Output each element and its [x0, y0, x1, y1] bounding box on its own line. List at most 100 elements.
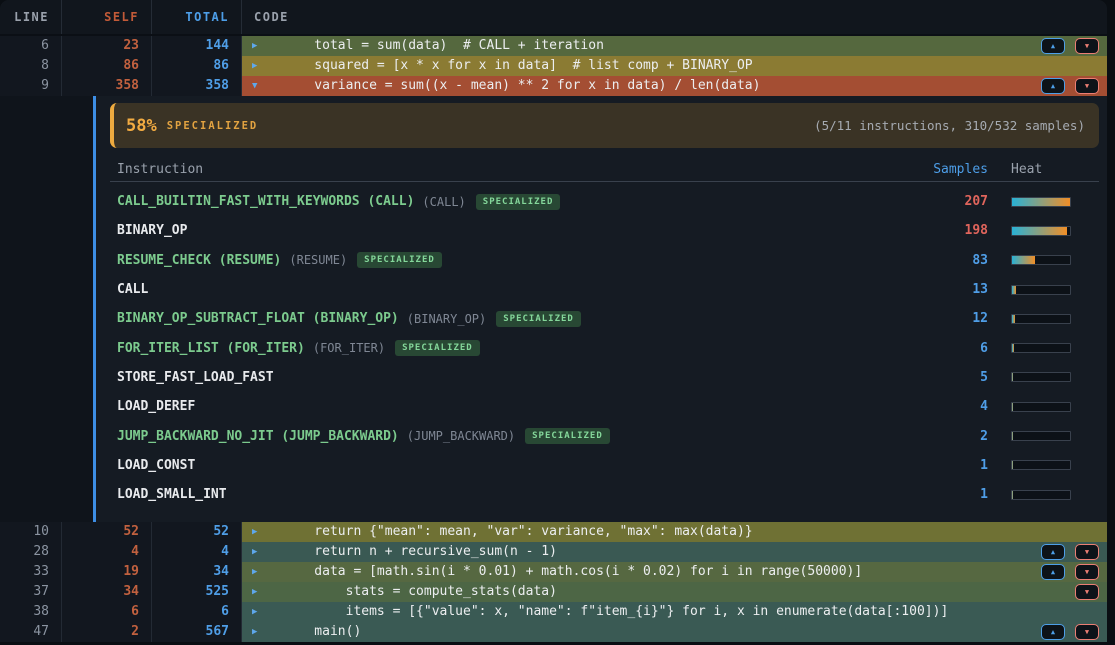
code-cell[interactable]: ▶ return n + recursive_sum(n - 1)▲▼	[242, 542, 1107, 562]
heat-cell	[1011, 314, 1099, 324]
row-controls: ▼	[1075, 584, 1107, 600]
code-cell[interactable]: ▼ variance = sum((x - mean) ** 2 for x i…	[242, 76, 1107, 96]
code-row[interactable]: 623144▶ total = sum(data) # CALL + itera…	[0, 36, 1107, 56]
total-sample-count: 52	[152, 522, 242, 542]
move-down-button[interactable]: ▼	[1075, 564, 1099, 580]
code-rows-bottom: 105252▶ return {"mean": mean, "var": var…	[0, 522, 1107, 642]
total-sample-count: 4	[152, 542, 242, 562]
heat-cell	[1011, 255, 1099, 265]
instruction-row: BINARY_OP198	[110, 216, 1099, 245]
code-cell[interactable]: ▶ total = sum(data) # CALL + iteration▲▼	[242, 36, 1107, 56]
expand-row-icon[interactable]: ▶	[252, 542, 266, 562]
code-row[interactable]: 472567▶ main()▲▼	[0, 622, 1107, 642]
instruction-samples: 2	[921, 429, 1011, 444]
instruction-name: CALL_BUILTIN_FAST_WITH_KEYWORDS (CALL)	[117, 194, 414, 209]
row-controls: ▲▼	[1041, 78, 1107, 94]
move-down-button[interactable]: ▼	[1075, 584, 1099, 600]
code-cell[interactable]: ▶ items = [{"value": x, "name": f"item_{…	[242, 602, 1107, 622]
instruction-name: JUMP_BACKWARD_NO_JIT (JUMP_BACKWARD)	[117, 429, 399, 444]
code-row[interactable]: 105252▶ return {"mean": mean, "var": var…	[0, 522, 1107, 542]
move-up-button[interactable]: ▲	[1041, 624, 1065, 640]
heat-bar-track	[1011, 431, 1071, 441]
heat-bar-fill	[1012, 461, 1013, 469]
expand-row-icon[interactable]: ▶	[252, 602, 266, 622]
expanded-line-detail: 58% SPECIALIZED (5/11 instructions, 310/…	[0, 96, 1107, 522]
instruction-base-name: (RESUME)	[289, 253, 347, 267]
move-down-button[interactable]: ▼	[1075, 38, 1099, 54]
code-row[interactable]: 2844▶ return n + recursive_sum(n - 1)▲▼	[0, 542, 1107, 562]
code-row[interactable]: 331934▶ data = [math.sin(i * 0.01) + mat…	[0, 562, 1107, 582]
instruction-samples: 6	[921, 341, 1011, 356]
expand-row-icon[interactable]: ▶	[252, 56, 266, 76]
instruction-name: LOAD_CONST	[117, 458, 195, 473]
line-number: 8	[0, 56, 62, 76]
instruction-row: LOAD_SMALL_INT1	[110, 480, 1099, 509]
heat-cell	[1011, 226, 1099, 236]
code-row[interactable]: 9358358▼ variance = sum((x - mean) ** 2 …	[0, 76, 1107, 96]
code-cell[interactable]: ▶ main() ▲ ▼	[242, 622, 1107, 642]
code-row[interactable]: 3734525▶ stats = compute_stats(data)▼	[0, 582, 1107, 602]
heat-cell	[1011, 197, 1099, 207]
instruction-row: LOAD_DEREF4	[110, 392, 1099, 421]
expand-row-icon[interactable]: ▶	[252, 582, 266, 602]
heat-bar-fill	[1012, 315, 1015, 323]
instruction-name: LOAD_SMALL_INT	[117, 487, 227, 502]
code-row[interactable]: 88686▶ squared = [x * x for x in data] #…	[0, 56, 1107, 76]
move-up-button[interactable]: ▲	[1041, 564, 1065, 580]
instruction-base-name: (FOR_ITER)	[313, 341, 385, 355]
heat-cell	[1011, 285, 1099, 295]
total-sample-count: 86	[152, 56, 242, 76]
expand-row-icon[interactable]: ▶	[252, 36, 266, 56]
heat-bar-fill	[1012, 373, 1013, 381]
move-up-button[interactable]: ▲	[1041, 544, 1065, 560]
move-down-button[interactable]: ▼	[1075, 544, 1099, 560]
heat-bar-fill	[1012, 344, 1014, 352]
instruction-name: RESUME_CHECK (RESUME)	[117, 253, 281, 268]
collapse-row-icon[interactable]: ▼	[252, 76, 266, 96]
expand-row-icon[interactable]: ▶	[252, 622, 266, 642]
instruction-rows: CALL_BUILTIN_FAST_WITH_KEYWORDS (CALL)(C…	[110, 182, 1099, 509]
move-down-button[interactable]: ▼	[1075, 624, 1099, 640]
move-up-button[interactable]: ▲	[1041, 78, 1065, 94]
instruction-cell: RESUME_CHECK (RESUME)(RESUME)SPECIALIZED	[117, 252, 921, 268]
code-row[interactable]: 3866▶ items = [{"value": x, "name": f"it…	[0, 602, 1107, 622]
code-cell[interactable]: ▶ data = [math.sin(i * 0.01) + math.cos(…	[242, 562, 1107, 582]
code-cell[interactable]: ▶ return {"mean": mean, "var": variance,…	[242, 522, 1107, 542]
instruction-cell: CALL	[117, 282, 921, 297]
self-sample-count: 23	[62, 36, 152, 56]
heat-bar-track	[1011, 402, 1071, 412]
heat-bar-fill	[1012, 432, 1013, 440]
code-cell[interactable]: ▶ stats = compute_stats(data)▼	[242, 582, 1107, 602]
instruction-base-name: (JUMP_BACKWARD)	[407, 429, 515, 443]
heat-cell	[1011, 490, 1099, 500]
heat-bar-fill	[1012, 227, 1067, 235]
expand-row-icon[interactable]: ▶	[252, 562, 266, 582]
instruction-column-header: Instruction	[117, 162, 921, 177]
instruction-row: RESUME_CHECK (RESUME)(RESUME)SPECIALIZED…	[110, 246, 1099, 275]
instruction-row: CALL_BUILTIN_FAST_WITH_KEYWORDS (CALL)(C…	[110, 187, 1099, 216]
instruction-name: BINARY_OP_SUBTRACT_FLOAT (BINARY_OP)	[117, 311, 399, 326]
instruction-name: STORE_FAST_LOAD_FAST	[117, 370, 274, 385]
heat-bar-track	[1011, 372, 1071, 382]
line-number: 37	[0, 582, 62, 602]
instruction-samples: 4	[921, 399, 1011, 414]
code-cell[interactable]: ▶ squared = [x * x for x in data] # list…	[242, 56, 1107, 76]
total-sample-count: 358	[152, 76, 242, 96]
move-up-button[interactable]: ▲	[1041, 38, 1065, 54]
code-text: items = [{"value": x, "name": f"item_{i}…	[283, 602, 948, 622]
heat-bar-track	[1011, 314, 1071, 324]
line-number: 33	[0, 562, 62, 582]
heat-cell	[1011, 431, 1099, 441]
column-header-self: SELF	[62, 0, 152, 34]
total-sample-count: 144	[152, 36, 242, 56]
instruction-samples: 12	[921, 311, 1011, 326]
instruction-samples: 207	[921, 194, 1011, 209]
instruction-cell: LOAD_SMALL_INT	[117, 487, 921, 502]
move-down-button[interactable]: ▼	[1075, 78, 1099, 94]
expand-row-icon[interactable]: ▶	[252, 522, 266, 542]
self-sample-count: 2	[62, 622, 152, 642]
heat-cell	[1011, 343, 1099, 353]
heat-bar-fill	[1012, 491, 1013, 499]
code-text: main()	[283, 622, 361, 642]
heat-bar-track	[1011, 460, 1071, 470]
